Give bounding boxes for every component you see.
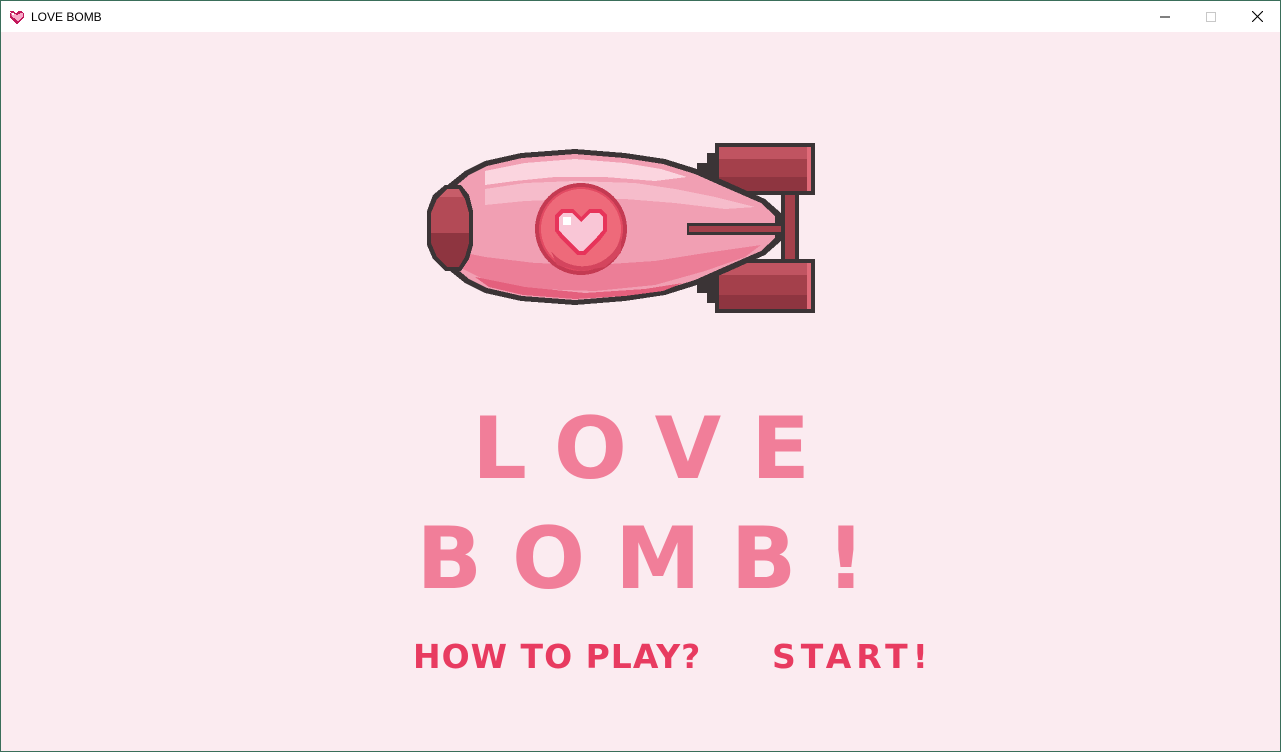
window-title: LOVE BOMB — [31, 9, 102, 24]
minimize-button[interactable] — [1142, 1, 1188, 32]
love-bomb-icon — [427, 143, 815, 313]
maximize-icon — [1206, 11, 1216, 22]
game-canvas: LOVE BOMB! HOW TO PLAY? START! — [1, 32, 1280, 751]
close-button[interactable] — [1234, 1, 1280, 32]
pixel-heart-icon — [10, 10, 24, 24]
title-bar[interactable]: LOVE BOMB — [1, 1, 1280, 32]
app-window: LOVE BOMB LOVE BOMB! HOW TO PLAY? START! — [0, 0, 1281, 752]
close-icon — [1251, 11, 1263, 22]
maximize-button[interactable] — [1188, 1, 1234, 32]
how-to-play-button[interactable]: HOW TO PLAY? — [413, 635, 701, 679]
start-button[interactable]: START! — [772, 635, 933, 679]
minimize-icon — [1160, 16, 1170, 17]
game-title: LOVE BOMB! — [416, 399, 896, 609]
window-controls — [1142, 1, 1280, 32]
